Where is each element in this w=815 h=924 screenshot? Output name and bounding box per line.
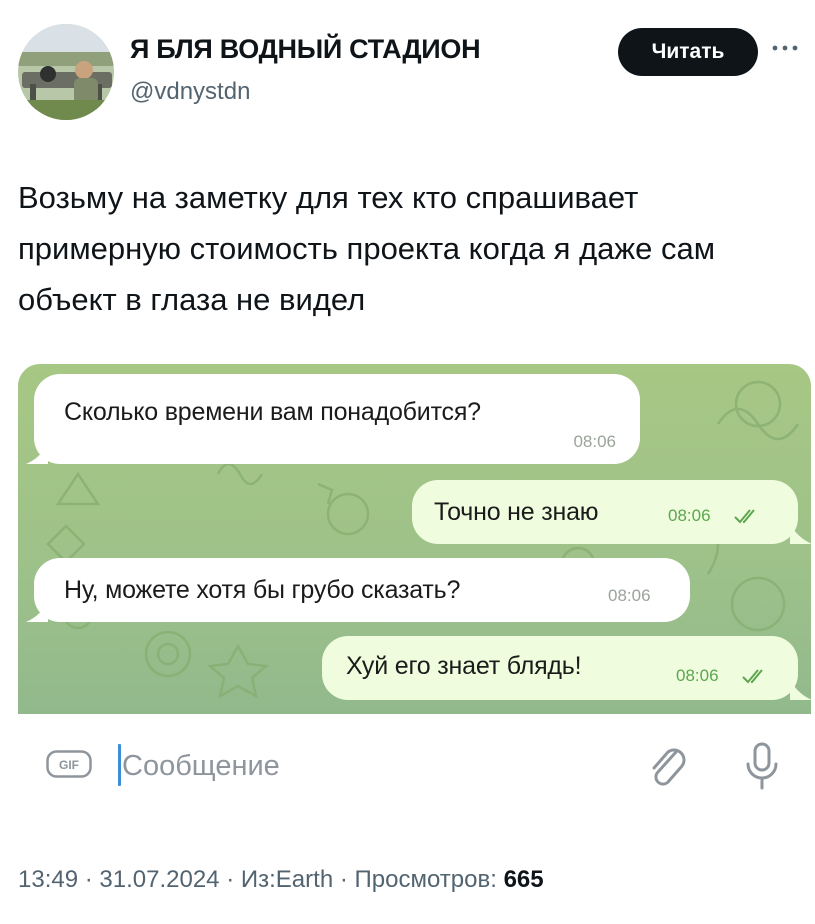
message-time: 08:06 — [676, 666, 719, 685]
tweet-media-image[interactable]: Сколько времени вам понадобится? 08:06 Т… — [18, 364, 811, 820]
svg-text:GIF: GIF — [59, 758, 79, 772]
author-handle[interactable]: @vdnystdn — [130, 78, 250, 106]
message-text: Сколько времени вам понадобится? — [64, 398, 481, 426]
chat-message-incoming[interactable]: Ну, можете хотя бы грубо сказать? 08:06 — [34, 558, 690, 622]
separator: · — [339, 866, 355, 893]
tweet-text: Возьму на заметку для тех кто спрашивает… — [18, 180, 716, 317]
author-display-name[interactable]: Я БЛЯ ВОДНЫЙ СТАДИОН — [130, 34, 481, 65]
message-input[interactable] — [122, 746, 602, 786]
message-time: 08:06 — [668, 506, 711, 525]
separator: · — [84, 866, 100, 893]
chat-background: Сколько времени вам понадобится? 08:06 Т… — [18, 364, 811, 714]
tweet-date[interactable]: 31.07.2024 — [99, 866, 219, 893]
message-time: 08:06 — [608, 586, 651, 605]
text-cursor — [118, 744, 121, 786]
chat-message-outgoing[interactable]: Хуй его знает блядь! 08:06 — [322, 636, 798, 700]
double-check-icon — [734, 509, 755, 524]
message-input-bar: GIF — [18, 714, 811, 820]
tweet-meta: 13:49 · 31.07.2024 · Из:Earth · Просмотр… — [18, 866, 544, 894]
message-text: Ну, можете хотя бы грубо сказать? — [64, 576, 461, 604]
bubble-tail-icon — [790, 524, 811, 544]
microphone-icon[interactable] — [742, 740, 782, 792]
separator: · — [226, 866, 241, 893]
chat-message-outgoing[interactable]: Точно не знаю 08:06 — [412, 480, 798, 544]
gif-icon[interactable]: GIF — [46, 750, 92, 778]
message-text: Хуй его знает блядь! — [346, 652, 582, 680]
tweet-source: Из:Earth — [240, 866, 334, 893]
views-count[interactable]: 665 — [504, 866, 544, 893]
bubble-tail-icon — [790, 680, 811, 700]
attach-icon[interactable] — [646, 742, 690, 790]
bubble-tail-icon — [26, 602, 48, 622]
views-label: Просмотров: — [354, 866, 497, 893]
avatar[interactable] — [18, 24, 114, 120]
message-text: Точно не знаю — [434, 498, 599, 526]
double-check-icon — [742, 669, 763, 684]
profile-photo-icon — [18, 24, 114, 120]
chat-message-incoming[interactable]: Сколько времени вам понадобится? 08:06 — [34, 374, 640, 464]
ellipsis-icon[interactable] — [770, 38, 800, 58]
tweet-time[interactable]: 13:49 — [18, 866, 78, 893]
follow-button[interactable]: Читать — [618, 28, 758, 76]
bubble-tail-icon — [26, 444, 48, 464]
message-time: 08:06 — [573, 432, 616, 451]
